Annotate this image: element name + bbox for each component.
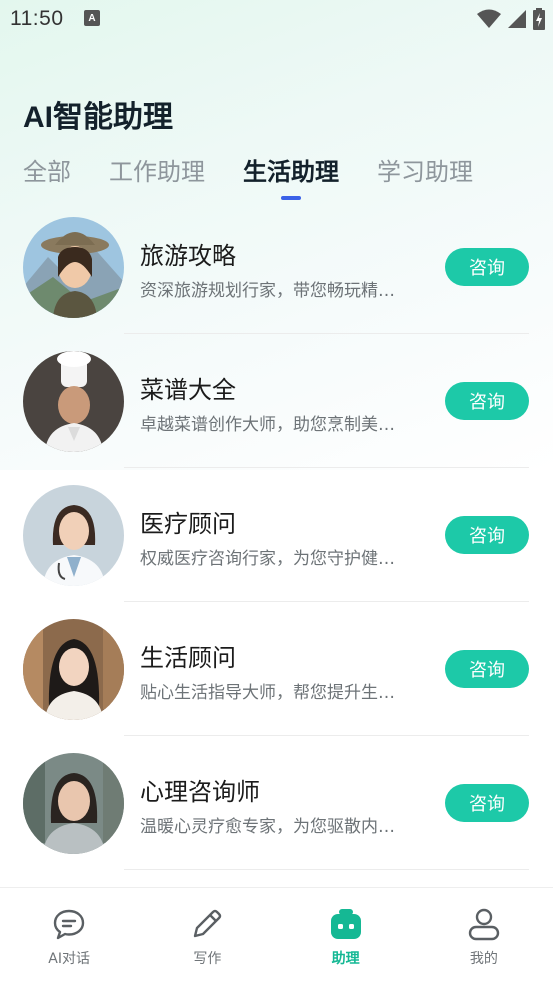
notification-icon: A [84,10,100,26]
nav-ai-chat[interactable]: AI对话 [0,888,138,984]
assistant-name: 医疗顾问 [140,510,236,538]
nav-profile[interactable]: 我的 [415,888,553,984]
life-advisor-avatar [23,619,124,720]
consult-button[interactable]: 咨询 [445,784,529,822]
pencil-icon [189,906,225,942]
status-icons [477,8,545,30]
assistant-description: 卓越菜谱创作大师，助您烹制美… [140,415,395,435]
nav-label: 写作 [193,951,222,967]
list-item[interactable]: 菜谱大全 卓越菜谱创作大师，助您烹制美… 咨询 [0,334,553,468]
robot-icon [328,906,364,942]
assistant-name: 心理咨询师 [140,778,260,806]
nav-writing[interactable]: 写作 [138,888,276,984]
nav-label: 我的 [469,951,498,967]
list-item[interactable]: 生活顾问 贴心生活指导大师，帮您提升生… 咨询 [0,602,553,736]
signal-icon [508,10,526,28]
chat-bubble-icon [51,906,87,942]
divider [124,869,529,870]
assistant-description: 权威医疗咨询行家，为您守护健… [140,549,395,569]
category-tabs: 全部 工作助理 生活助理 学习助理 [23,152,511,194]
assistant-description: 温暖心灵疗愈专家，为您驱散内… [140,817,395,837]
list-item[interactable]: 旅游攻略 资深旅游规划行家，带您畅玩精… 咨询 [0,200,553,334]
consult-button[interactable]: 咨询 [445,650,529,688]
traveler-avatar [23,217,124,318]
user-icon [466,906,502,942]
assistant-description: 资深旅游规划行家，带您畅玩精… [140,281,395,301]
assistant-name: 菜谱大全 [140,376,236,404]
psychologist-avatar [23,753,124,854]
nav-assistant[interactable]: 助理 [277,888,415,984]
bottom-navigation: AI对话 写作 助理 我的 [0,887,553,984]
consult-button[interactable]: 咨询 [445,516,529,554]
wifi-icon [477,9,501,28]
assistant-list: 旅游攻略 资深旅游规划行家，带您畅玩精… 咨询 菜谱大全 卓越菜谱创作大师，助您… [0,200,553,870]
doctor-avatar [23,485,124,586]
tab-work-assistant[interactable]: 工作助理 [109,152,205,194]
chef-avatar [23,351,124,452]
assistant-description: 贴心生活指导大师，帮您提升生… [140,683,395,703]
page-title: AI智能助理 [23,101,173,134]
tab-all[interactable]: 全部 [23,152,71,194]
list-item[interactable]: 心理咨询师 温暖心灵疗愈专家，为您驱散内… 咨询 [0,736,553,870]
battery-icon [533,8,545,30]
tab-life-assistant[interactable]: 生活助理 [243,152,339,194]
nav-label: 助理 [331,951,360,967]
assistant-name: 生活顾问 [140,644,236,672]
consult-button[interactable]: 咨询 [445,248,529,286]
status-bar: 11:50 A [0,0,553,38]
tab-study-assistant[interactable]: 学习助理 [377,152,473,194]
list-item[interactable]: 医疗顾问 权威医疗咨询行家，为您守护健… 咨询 [0,468,553,602]
nav-label: AI对话 [48,951,90,967]
assistant-name: 旅游攻略 [140,242,236,270]
status-time: 11:50 [10,7,64,30]
consult-button[interactable]: 咨询 [445,382,529,420]
